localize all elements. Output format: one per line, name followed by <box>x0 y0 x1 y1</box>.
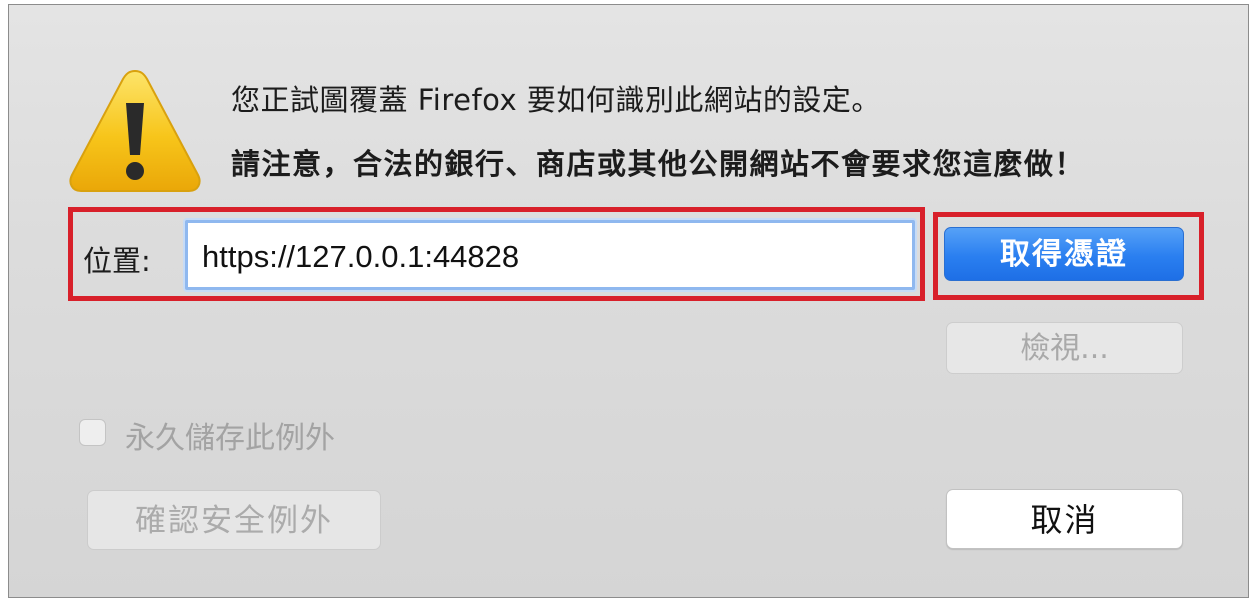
warning-message: 您正試圖覆蓋 Firefox 要如何識別此網站的設定。 <box>231 83 881 117</box>
view-certificate-button[interactable]: 檢視... <box>946 322 1183 374</box>
get-certificate-button[interactable]: 取得憑證 <box>944 227 1184 281</box>
location-input[interactable]: https://127.0.0.1:44828 <box>185 220 915 290</box>
cancel-button[interactable]: 取消 <box>946 489 1183 549</box>
confirm-security-exception-button[interactable]: 確認安全例外 <box>87 490 381 550</box>
caution-message: 請注意，合法的銀行、商店或其他公開網站不會要求您這麼做！ <box>231 147 1086 181</box>
location-label: 位置: <box>83 244 151 278</box>
add-security-exception-dialog: 您正試圖覆蓋 Firefox 要如何識別此網站的設定。 請注意，合法的銀行、商店… <box>8 4 1249 598</box>
permanent-exception-label: 永久儲存此例外 <box>125 421 335 456</box>
warning-icon <box>69 69 201 192</box>
permanent-exception-checkbox[interactable] <box>79 419 106 446</box>
